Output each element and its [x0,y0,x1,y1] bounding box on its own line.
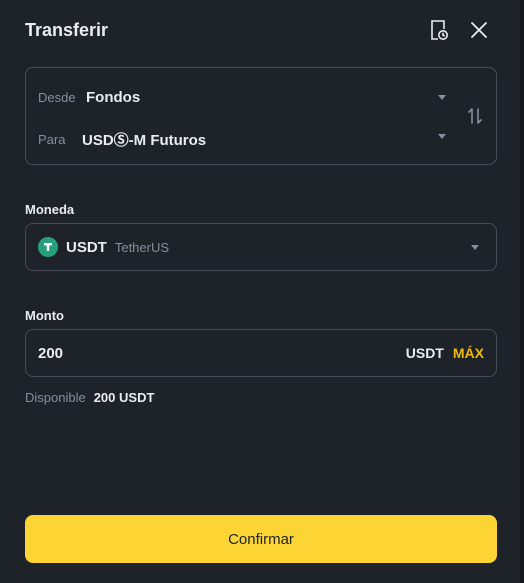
from-label: Desde [38,90,76,105]
from-value: Fondos [86,89,141,106]
available-label: Disponible [25,390,86,405]
close-icon[interactable] [468,19,490,41]
coin-symbol: USDT [66,238,107,256]
usdt-icon [38,237,58,257]
coin-label: Moneda [25,202,75,217]
transfer-direction-box: Desde Fondos Para USDⓈ-M Futuros [25,67,497,165]
available-value: 200 USDT [93,390,155,405]
coin-name: TetherUS [114,239,170,255]
max-button[interactable]: MÁX [453,345,484,361]
swap-arrows-icon[interactable] [466,106,484,126]
chevron-down-icon [471,245,479,250]
to-label: Para [38,132,66,147]
history-doc-icon[interactable] [428,19,450,41]
amount-field: USDT MÁX [25,329,497,377]
amount-label: Monto [25,308,64,323]
modal-header: Transferir [25,18,490,42]
to-account-select[interactable]: Para USDⓈ-M Futuros [38,129,206,150]
amount-input[interactable] [38,344,406,362]
modal-title: Transferir [25,19,109,40]
from-account-select[interactable]: Desde Fondos [38,89,140,106]
background-edge [520,0,524,583]
transfer-modal: Transferir Desde Fondos Para USDⓈ-M Futu… [0,0,520,583]
coin-select[interactable]: USDT TetherUS [25,223,497,271]
amount-unit: USDT [405,345,444,361]
chevron-down-icon[interactable] [438,134,446,139]
chevron-down-icon[interactable] [438,95,446,100]
available-balance: Disponible 200 USDT [25,390,154,405]
to-value: USDⓈ-M Futuros [82,132,207,149]
confirm-button[interactable]: Confirmar [25,515,497,563]
header-icons [428,19,490,41]
